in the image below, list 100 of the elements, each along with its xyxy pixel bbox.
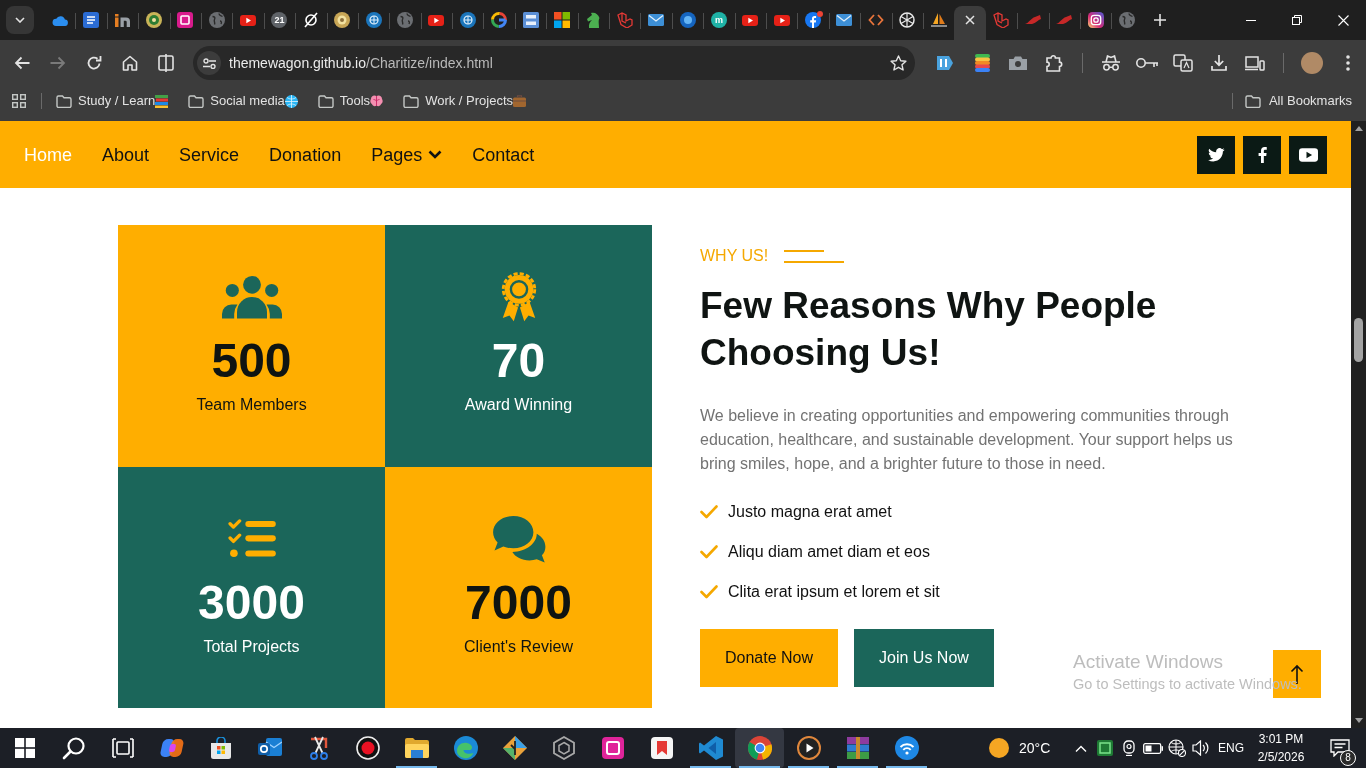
globe-icon [208,12,225,28]
clock-button[interactable]: 3:01 PM 2/5/2026 [1250,728,1312,768]
globe-emblem-icon [365,12,382,28]
check-icon [700,505,718,519]
checklist-icon [227,518,276,559]
briefcase-icon [513,95,526,107]
diamond-icon [502,736,527,760]
notifications-button[interactable]: 8 [1322,728,1358,768]
notification-count: 8 [1340,750,1356,766]
close-icon [965,15,975,25]
tab-search-button[interactable] [6,6,34,34]
nav-link[interactable]: Service [179,142,240,167]
home-icon [122,55,138,71]
grid-icon [12,94,26,108]
folder-icon [317,94,334,108]
spoked-wheel-icon [899,12,916,28]
address-bar[interactable]: themewagon.github.io/Charitize/index.html [193,46,915,80]
horse-head-icon [586,12,601,28]
youtube-icon [1298,147,1318,162]
code-brackets-icon [867,14,884,26]
menu-icon [1346,55,1350,71]
hexagon-icon [552,736,575,760]
speaker-icon [1192,740,1210,756]
nav-link[interactable]: Pages [371,142,443,167]
people-icon [221,275,282,319]
download-icon [1211,55,1227,71]
bookmark-folder[interactable]: Social media [182,87,304,115]
play-icon [742,14,759,26]
stat-value: 3000 [198,574,305,631]
camera-icon [1009,56,1027,70]
bookmark-folder[interactable]: Study / Learn [50,87,175,115]
folder-icon [1244,94,1261,108]
tab-badge: m [710,12,727,28]
square-icon [601,737,624,759]
play-icon [240,14,257,26]
scroll-down-icon[interactable] [1354,718,1363,723]
chevron-down-icon [15,17,25,23]
cube-outline-icon [993,12,1010,28]
document-icon [83,12,100,28]
restore-icon [1292,15,1302,25]
split-view-icon [158,54,174,72]
forward-arrow-icon [50,56,66,70]
bookmark-folder[interactable]: Work / Projects [397,87,532,115]
slashed-circle-icon [303,12,318,28]
scrollbar-thumb[interactable] [1354,318,1363,362]
tab-badge: 21 [271,12,288,28]
stacked-bars-icon [974,54,990,72]
minimize-icon [1246,19,1256,21]
envelope-icon [257,738,282,758]
puzzle-icon [1045,54,1063,72]
emblem-icon [145,12,162,28]
search-icon [61,736,86,760]
all-bookmarks-button[interactable]: All Bookmarks [1238,87,1358,115]
translate-icon [1173,54,1193,72]
play-circle-icon [796,736,821,760]
nav-link[interactable]: Donation [269,142,342,167]
avatar-icon [1301,52,1323,74]
bookmark-folder[interactable]: Tools [311,87,390,115]
globe-icon [397,12,413,28]
weather-button[interactable]: 20°C [985,728,1054,768]
close-icon [1337,14,1349,26]
square-icon [177,12,194,28]
social-button[interactable] [1197,135,1235,174]
star-icon [889,55,907,71]
play-icon [773,14,790,26]
language-button[interactable]: ENG [1213,728,1249,768]
nav-link[interactable]: About [102,142,150,167]
social-button[interactable] [1243,135,1281,174]
key-icon [1136,57,1158,69]
folder-icon [56,94,72,108]
check-icon [700,545,718,559]
hat-glasses-icon [1101,55,1121,71]
globe-emblem-icon [459,12,476,28]
ribbon-icon [698,736,723,760]
join-button[interactable]: Join Us Now [854,629,994,687]
decorative-lines-icon [784,249,845,263]
tile-icon [522,12,539,28]
four-color-ring-icon [491,12,508,28]
donate-button[interactable]: Donate Now [700,629,839,687]
activation-title: Activate Windows [1073,650,1224,674]
section-description: We believe in creating opportunities and empowering communities through education, healthcare, and sustainable development. Your support helps us bring smiles, hope, and a brighter future to those in need. [700,406,1234,474]
play-icon [428,14,445,26]
social-button[interactable] [1289,135,1327,174]
envelope-icon [836,14,853,26]
windows-icon [14,738,35,758]
books-icon [155,94,169,108]
browser-tab[interactable]: 21 [263,6,296,40]
envelope-icon [648,14,665,26]
books-stack-icon [846,737,869,759]
speech-bubbles-icon [490,514,547,563]
swoosh-icon [1056,15,1073,25]
bookmark-tile-icon [650,737,673,759]
nav-link[interactable]: Contact [472,142,535,167]
stat-label: Award Winning [464,395,573,415]
bar-and-arch-icon [114,13,130,27]
scroll-up-icon[interactable] [1354,126,1363,131]
taskbar-app[interactable] [735,728,784,768]
site-info-button[interactable] [197,51,221,75]
battery-icon [1143,742,1163,754]
globe-icon [1168,739,1186,757]
